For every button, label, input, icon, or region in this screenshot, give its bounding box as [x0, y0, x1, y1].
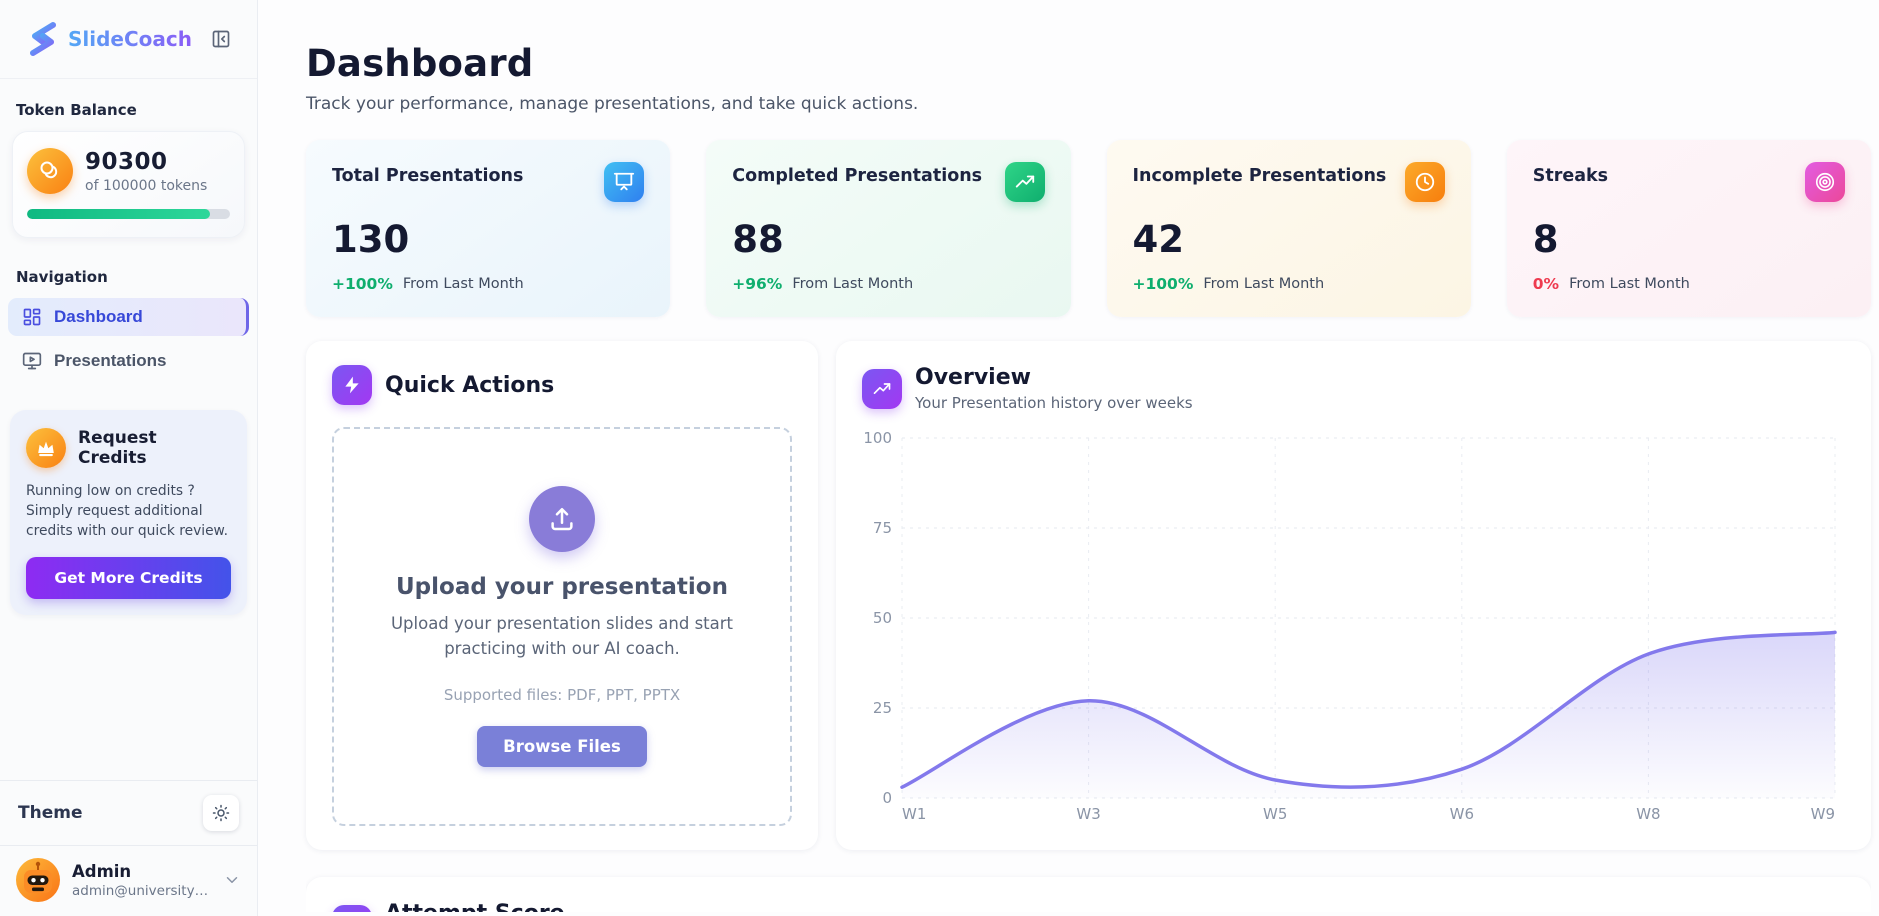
request-credits-title: Request Credits	[78, 428, 231, 468]
get-more-credits-button[interactable]: Get More Credits	[26, 557, 231, 599]
stat-card-incomplete-presentations: Incomplete Presentations 42 +100% From L…	[1107, 140, 1471, 317]
svg-text:W3: W3	[1076, 805, 1100, 823]
request-credits-card: Request Credits Running low on credits ?…	[10, 410, 247, 615]
stat-label: Total Presentations	[332, 162, 523, 186]
supported-files-note: Supported files: PDF, PPT, PPTX	[444, 686, 680, 704]
dashboard-grid-icon	[22, 307, 42, 327]
svg-text:0: 0	[882, 789, 892, 807]
stat-label: Streaks	[1533, 162, 1608, 186]
upload-title: Upload your presentation	[396, 574, 728, 600]
stat-note: From Last Month	[792, 276, 913, 292]
slidecoach-logo-icon	[26, 21, 58, 57]
trending-up-icon	[332, 905, 372, 913]
stat-value: 42	[1133, 218, 1445, 261]
stat-card-total-presentations: Total Presentations 130 +100% From Last …	[306, 140, 670, 317]
user-menu[interactable]: Admin admin@universityone.c…	[0, 845, 257, 916]
sun-icon	[212, 804, 230, 822]
stat-card-streaks: Streaks 8 0% From Last Month	[1507, 140, 1871, 317]
sidebar-item-presentations[interactable]: Presentations	[8, 342, 249, 380]
coins-icon	[27, 148, 73, 194]
upload-description: Upload your presentation slides and star…	[372, 612, 752, 662]
sidebar-nav: Dashboard Presentations	[0, 298, 257, 380]
navigation-label: Navigation	[0, 268, 257, 286]
stat-delta: +100%	[332, 275, 393, 293]
trending-up-icon	[862, 369, 902, 409]
token-total: of 100000 tokens	[85, 178, 207, 194]
stat-note: From Last Month	[1203, 276, 1324, 292]
token-amount: 90300	[85, 149, 207, 175]
quick-actions-title: Quick Actions	[385, 373, 554, 398]
stats-row: Total Presentations 130 +100% From Last …	[306, 140, 1871, 317]
sidebar-item-label: Presentations	[54, 351, 166, 371]
sidebar: SlideCoach Token Balance 90300 of 100000…	[0, 0, 258, 916]
svg-text:25: 25	[873, 699, 892, 717]
stat-note: From Last Month	[403, 276, 524, 292]
stat-card-completed-presentations: Completed Presentations 88 +96% From Las…	[706, 140, 1070, 317]
presentation-screen-icon	[604, 162, 644, 202]
upload-dropzone[interactable]: Upload your presentation Upload your pre…	[332, 427, 792, 826]
browse-files-button[interactable]: Browse Files	[477, 726, 647, 767]
attempt-score-panel: Attempt Score Your Presentation attempt …	[306, 877, 1871, 912]
token-balance-card: 90300 of 100000 tokens	[12, 131, 245, 238]
stat-label: Incomplete Presentations	[1133, 162, 1387, 186]
brand[interactable]: SlideCoach	[26, 21, 192, 57]
presentation-monitor-icon	[22, 351, 42, 371]
overview-panel: Overview Your Presentation history over …	[836, 341, 1871, 850]
crown-icon	[26, 428, 66, 468]
svg-text:W9: W9	[1811, 805, 1835, 823]
stat-note: From Last Month	[1569, 276, 1690, 292]
token-balance-label: Token Balance	[0, 101, 257, 119]
brand-name: SlideCoach	[68, 27, 192, 51]
svg-text:W6: W6	[1450, 805, 1474, 823]
overview-area-chart: 0 25 50 75 100 W1 W3 W5 W6 W8 W9	[862, 426, 1845, 830]
stat-value: 88	[732, 218, 1044, 261]
lightning-icon	[332, 365, 372, 405]
token-progress-fill	[27, 209, 210, 219]
clock-icon	[1405, 162, 1445, 202]
stat-delta: 0%	[1533, 275, 1559, 293]
page-subtitle: Track your performance, manage presentat…	[306, 94, 1871, 114]
upload-icon	[529, 486, 595, 552]
token-progress-bar	[27, 209, 230, 219]
overview-subtitle: Your Presentation history over weeks	[915, 394, 1193, 412]
svg-text:50: 50	[873, 609, 892, 627]
sidebar-item-label: Dashboard	[54, 307, 143, 327]
stat-delta: +100%	[1133, 275, 1194, 293]
overview-title: Overview	[915, 365, 1193, 390]
trending-up-icon	[1005, 162, 1045, 202]
svg-text:W1: W1	[902, 805, 926, 823]
theme-row: Theme	[0, 780, 257, 845]
target-icon	[1805, 162, 1845, 202]
chevron-down-icon	[223, 871, 241, 889]
main-content: Dashboard Track your performance, manage…	[258, 0, 1879, 916]
sidebar-item-dashboard[interactable]: Dashboard	[8, 298, 249, 336]
theme-toggle-button[interactable]	[203, 795, 239, 831]
user-name: Admin	[72, 862, 211, 881]
stat-value: 8	[1533, 218, 1845, 261]
svg-text:75: 75	[873, 519, 892, 537]
collapse-sidebar-button[interactable]	[207, 25, 235, 53]
svg-text:100: 100	[863, 429, 892, 447]
panel-collapse-icon	[211, 29, 231, 49]
stat-label: Completed Presentations	[732, 162, 982, 186]
attempt-score-title: Attempt Score	[385, 901, 626, 912]
quick-actions-panel: Quick Actions Upload your presentation U…	[306, 341, 818, 850]
request-credits-body: Running low on credits ? Simply request …	[26, 481, 231, 541]
user-email: admin@universityone.c…	[72, 883, 211, 899]
svg-text:W5: W5	[1263, 805, 1287, 823]
svg-text:W8: W8	[1636, 805, 1660, 823]
page-title: Dashboard	[306, 42, 1871, 85]
avatar	[16, 858, 60, 902]
theme-label: Theme	[18, 803, 82, 823]
stat-delta: +96%	[732, 275, 782, 293]
sidebar-header: SlideCoach	[0, 0, 257, 79]
stat-value: 130	[332, 218, 644, 261]
